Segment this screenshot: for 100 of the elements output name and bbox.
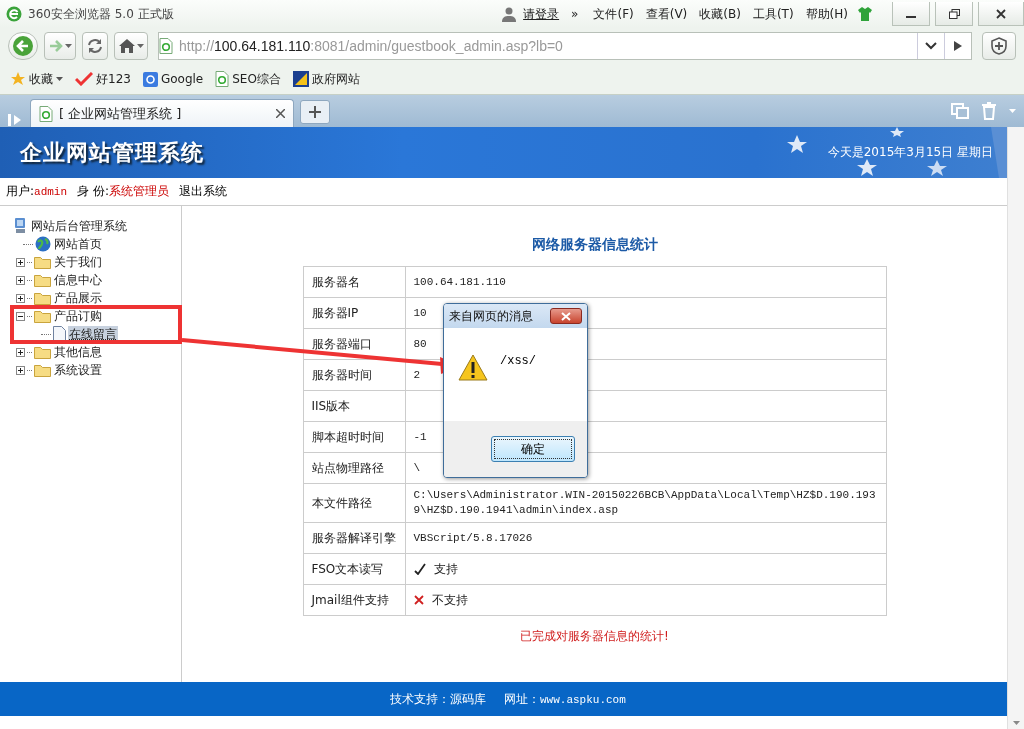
computer-icon	[14, 218, 28, 234]
folder-icon	[34, 255, 51, 269]
expand-icon[interactable]	[16, 275, 25, 285]
minimize-icon	[906, 16, 916, 18]
new-tab-button[interactable]	[300, 100, 330, 124]
more-chevron[interactable]: »	[565, 7, 585, 21]
forward-arrow-icon	[48, 38, 64, 54]
page-icon	[39, 105, 53, 122]
user-icon	[501, 6, 518, 22]
address-field[interactable]: http://100.64.181.110:8081/admin/guestbook_admin.asp?lb=0	[158, 32, 972, 60]
folder-icon	[34, 309, 51, 323]
expand-icon[interactable]	[16, 347, 25, 357]
page-icon	[215, 71, 230, 87]
restore-icon	[948, 8, 960, 19]
table-cell: 服务器名	[311, 275, 360, 289]
menu-item[interactable]: 文件(F)	[590, 5, 637, 23]
menu-item[interactable]: 帮助(H)	[802, 5, 851, 23]
status-message: 已完成对服务器信息的统计!	[519, 628, 670, 645]
username: admin	[34, 186, 68, 198]
support-text: 技术支持：源码库	[390, 690, 486, 708]
home-icon	[118, 38, 136, 54]
table-cell: IIS版本	[311, 399, 351, 413]
star-icon	[10, 71, 26, 87]
folder-icon	[34, 291, 51, 305]
checkmark-icon	[75, 72, 93, 86]
bookmark-link[interactable]: Google	[160, 72, 204, 86]
table-cell: 2	[413, 368, 421, 381]
user-label: 用户:	[6, 184, 35, 198]
date-text: 今天是2015年3月15日 星期日	[827, 144, 993, 161]
bookmark-link[interactable]: 好123	[96, 70, 131, 88]
table-cell: \	[413, 461, 421, 474]
table-cell: 服务器端口	[311, 337, 372, 351]
bookmark-link[interactable]: SEO综合	[232, 70, 281, 88]
role-value: 系统管理员	[108, 184, 169, 198]
refresh-icon	[86, 37, 104, 55]
tree-item[interactable]: 信息中心	[53, 271, 103, 289]
tree-item[interactable]: 产品订购	[53, 307, 103, 325]
login-link[interactable]: 请登录	[523, 5, 560, 23]
table-cell: 服务器时间	[311, 368, 372, 382]
tree-item[interactable]: 产品展示	[53, 289, 103, 307]
collapse-icon[interactable]	[16, 311, 25, 321]
menu-item[interactable]: 工具(T)	[749, 5, 797, 23]
table-cell: Jmail组件支持	[311, 593, 389, 607]
shield-button[interactable]	[982, 32, 1016, 60]
logout-link[interactable]: 退出系统	[178, 183, 227, 200]
home-button[interactable]	[114, 32, 148, 60]
browser-tab[interactable]: [ 企业网站管理系统 ]	[30, 99, 294, 127]
browser-logo-icon	[6, 6, 22, 22]
site-title: 企业网站管理系统	[20, 137, 204, 167]
tree-item[interactable]: 关于我们	[53, 253, 103, 271]
tree-item[interactable]: 系统设置	[53, 361, 103, 379]
maximize-button[interactable]	[935, 2, 973, 26]
table-cell: 80	[413, 337, 427, 350]
back-button[interactable]	[8, 32, 38, 60]
expand-icon[interactable]	[16, 293, 25, 303]
play-icon	[954, 41, 962, 51]
table-cell: 脚本超时时间	[311, 430, 384, 444]
menu-item[interactable]: 查看(V)	[642, 5, 691, 23]
website-label: 网址：	[504, 691, 540, 706]
tree-item[interactable]: 网站后台管理系统	[30, 217, 128, 235]
table-cell: 不支持	[431, 592, 468, 608]
shirt-icon[interactable]	[857, 6, 873, 22]
window-title: 360安全浏览器 5.0 正式版	[28, 5, 174, 23]
caret-icon	[137, 44, 144, 48]
warning-icon	[458, 354, 488, 381]
dialog-message: /xss/	[500, 354, 536, 368]
scroll-down-icon[interactable]	[1012, 721, 1020, 725]
globe-icon	[35, 236, 51, 252]
table-cell: 本文件路径	[311, 496, 372, 510]
refresh-button[interactable]	[82, 32, 108, 60]
close-button[interactable]	[550, 308, 582, 324]
page-icon	[159, 38, 173, 54]
shield-icon	[991, 37, 1007, 55]
plus-icon	[309, 106, 321, 118]
folder-icon	[34, 273, 51, 287]
folder-icon	[34, 363, 51, 377]
tree-item[interactable]: 其他信息	[53, 343, 103, 361]
table-cell: VBScript/5.8.17026	[413, 531, 533, 544]
bookmark-link[interactable]: 收藏	[29, 70, 53, 88]
close-icon[interactable]	[276, 109, 285, 118]
expand-icon[interactable]	[16, 365, 25, 375]
menu-item[interactable]: 收藏(B)	[696, 5, 744, 23]
section-heading: 网络服务器信息统计	[530, 236, 659, 254]
caret-icon[interactable]	[56, 77, 63, 81]
bookmark-link[interactable]: 政府网站	[311, 70, 360, 88]
flag-icon	[292, 71, 309, 87]
table-cell: 100.64.181.110	[413, 275, 506, 288]
website-url: www.aspku.com	[540, 693, 626, 706]
ok-button[interactable]: 确定	[491, 436, 575, 462]
minimize-button[interactable]	[892, 2, 930, 26]
folder-icon	[34, 345, 51, 359]
table-cell: C:\Users\Administrator.WIN-20150226BCB\AppData\Local\Temp\HZ$D.190.1939\HZ$D.190.1941\admin\index.asp	[413, 489, 876, 516]
dialog-title: 来自网页的消息	[449, 307, 533, 325]
search-engine-icon	[142, 71, 158, 87]
table-cell: 站点物理路径	[311, 461, 384, 475]
close-button[interactable]	[978, 2, 1024, 26]
table-cell: 服务器解译引擎	[311, 531, 396, 545]
expand-icon[interactable]	[16, 257, 25, 267]
tree-item[interactable]: 网站首页	[53, 235, 103, 253]
caret-icon	[65, 44, 72, 48]
